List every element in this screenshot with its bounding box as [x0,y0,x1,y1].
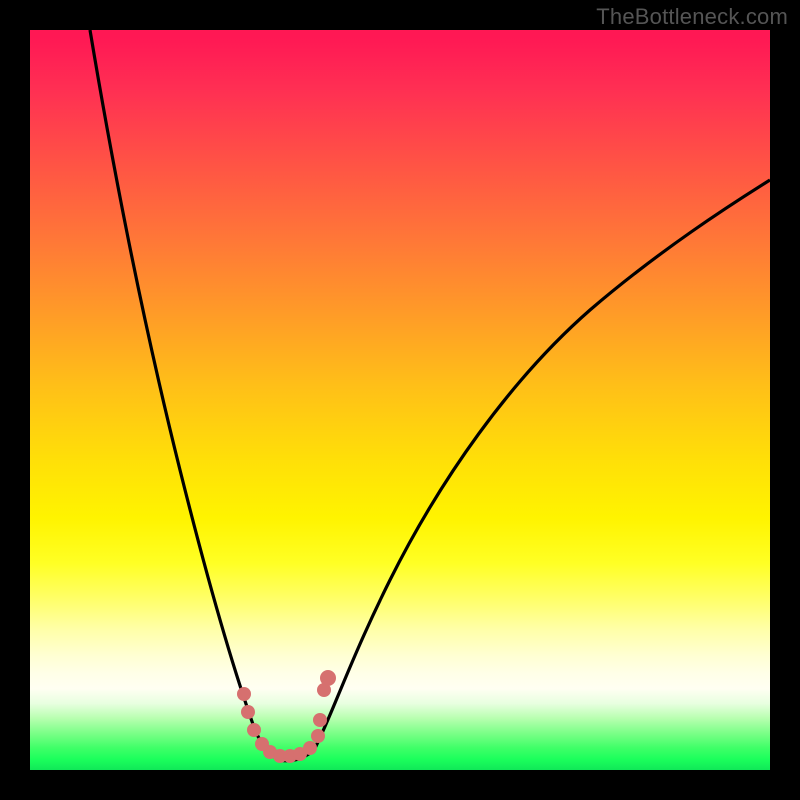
chart-frame: TheBottleneck.com [0,0,800,800]
marker-dot [237,687,251,701]
curve-right-branch [314,180,770,750]
marker-dot [241,705,255,719]
curve-layer [30,30,770,770]
marker-dot [303,741,317,755]
valley-marker-group [237,670,336,763]
marker-dot [311,729,325,743]
watermark-text: TheBottleneck.com [596,4,788,30]
marker-dot [313,713,327,727]
marker-dot [247,723,261,737]
curve-left-branch [90,30,280,760]
marker-dot [320,670,336,686]
plot-area [30,30,770,770]
